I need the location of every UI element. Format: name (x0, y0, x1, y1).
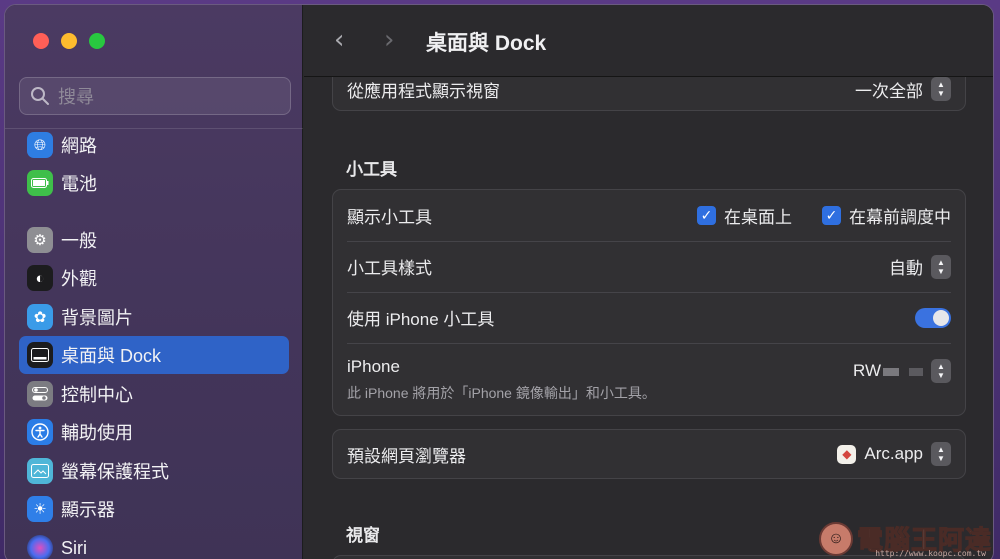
sidebar-item-label: 一般 (61, 231, 97, 251)
show-windows-from-app-value: 一次全部 (855, 81, 923, 101)
show-widgets-options: ✓ 在桌面上 ✓ 在幕前調度中 (675, 203, 951, 228)
chevron-updown-icon: ▲ ▼ (931, 359, 951, 383)
sun-icon: ☀ (27, 496, 53, 522)
show-widgets-label: 顯示小工具 (347, 208, 432, 227)
screensaver-icon (27, 458, 53, 484)
sidebar-item-desktop-dock[interactable]: 桌面與 Dock (19, 336, 289, 374)
show-windows-from-app-popup[interactable]: 一次全部 ▲ ▼ (855, 77, 951, 102)
widgets-group: 顯示小工具 ✓ 在桌面上 ✓ 在幕前調度中 小工具樣式 自動 ▲ ▼ 使用 iP… (332, 189, 966, 416)
sidebar-item-label: 外觀 (61, 269, 97, 289)
iphone-device-popup[interactable]: RW ▲ ▼ (853, 359, 951, 383)
iphone-description: 此 iPhone 將用於「iPhone 鏡像輸出」和小工具。 (347, 385, 656, 401)
widgets-section-title: 小工具 (346, 160, 397, 179)
main-pane: ‹ › 桌面與 Dock 從應用程式顯示視窗 一次全部 ▲ ▼ 小工具 顯示小工具… (304, 5, 993, 559)
gear-icon: ⚙ (27, 227, 53, 253)
chevron-updown-icon: ▲ ▼ (931, 442, 951, 466)
sidebar-item-label: 顯示器 (61, 500, 115, 520)
sidebar-item-network[interactable]: 🌐︎ 網路 (19, 126, 289, 164)
arc-app-icon: ◆ (837, 444, 857, 464)
chevron-updown-icon: ▲ ▼ (931, 254, 951, 279)
toggles-icon (27, 381, 53, 407)
forward-button[interactable]: › (384, 25, 394, 55)
sidebar-item-label: 桌面與 Dock (61, 346, 162, 366)
widget-style-row: 小工具樣式 自動 ▲ ▼ (333, 241, 965, 292)
search-field[interactable]: 搜尋 (19, 77, 291, 115)
sidebar-item-control-center[interactable]: 控制中心 (19, 375, 289, 413)
sidebar-item-accessibility[interactable]: 輔助使用 (19, 413, 289, 451)
sidebar-item-label: 輔助使用 (61, 423, 133, 443)
widget-style-value: 自動 (889, 259, 923, 278)
sidebar-item-label: 網路 (61, 136, 97, 156)
sidebar-item-label: 背景圖片 (61, 308, 133, 328)
sidebar-item-displays[interactable]: ☀ 顯示器 (19, 490, 289, 528)
watermark: ☺ 電腦王阿達 http://www.koopc.com.tw (818, 520, 992, 558)
back-button[interactable]: ‹ (334, 25, 344, 55)
close-window-button[interactable] (33, 33, 49, 49)
siri-icon (27, 535, 53, 559)
minimize-window-button[interactable] (61, 33, 77, 49)
default-browser-label: 預設網頁瀏覽器 (347, 446, 466, 466)
globe-icon: 🌐︎ (27, 132, 53, 158)
toolbar: ‹ › 桌面與 Dock (304, 5, 993, 77)
stage-manager-label: 在幕前調度中 (849, 208, 951, 227)
iphone-label: iPhone (347, 357, 400, 376)
search-placeholder: 搜尋 (58, 87, 94, 107)
checkmark-icon: ✓ (822, 206, 841, 225)
iphone-device-value: RW (853, 361, 923, 381)
mascot-face-icon: ☺ (818, 521, 853, 556)
widget-style-popup[interactable]: 自動 ▲ ▼ (889, 254, 951, 279)
use-iphone-widgets-label: 使用 iPhone 小工具 (347, 310, 495, 329)
sidebar-item-label: 控制中心 (61, 385, 133, 405)
sidebar: 搜尋 🌐︎ 網路 電池 ⚙ 一般 ◐ 外觀 ✿ 背景圖片 桌面與 Dock 控制… (5, 5, 303, 559)
sidebar-item-wallpaper[interactable]: ✿ 背景圖片 (19, 298, 289, 336)
flower-icon: ✿ (27, 304, 53, 330)
checkmark-icon: ✓ (697, 206, 716, 225)
system-settings-window: 搜尋 🌐︎ 網路 電池 ⚙ 一般 ◐ 外觀 ✿ 背景圖片 桌面與 Dock 控制… (4, 4, 994, 559)
sidebar-item-siri[interactable]: Siri (19, 529, 289, 559)
show-widgets-row: 顯示小工具 ✓ 在桌面上 ✓ 在幕前調度中 (333, 190, 965, 241)
use-iphone-widgets-row: 使用 iPhone 小工具 (333, 292, 965, 343)
page-title: 桌面與 Dock (426, 32, 547, 55)
dock-icon (27, 342, 53, 368)
browser-group: 預設網頁瀏覽器 ◆ Arc.app ▲ ▼ (332, 429, 966, 479)
accessibility-icon (27, 419, 53, 445)
zoom-window-button[interactable] (89, 33, 105, 49)
battery-icon (27, 170, 53, 196)
window-controls (33, 33, 105, 49)
use-iphone-widgets-toggle[interactable] (915, 307, 951, 328)
iphone-row: iPhone 此 iPhone 將用於「iPhone 鏡像輸出」和小工具。 RW… (333, 343, 965, 415)
windows-section-title: 視窗 (346, 526, 380, 545)
show-windows-from-app-label: 從應用程式顯示視窗 (347, 81, 500, 101)
sidebar-item-general[interactable]: ⚙ 一般 (19, 221, 289, 259)
appearance-icon: ◐ (27, 265, 53, 291)
search-icon (31, 87, 49, 105)
default-browser-value: Arc.app (864, 444, 923, 463)
sidebar-item-label: 螢幕保護程式 (61, 462, 169, 482)
sidebar-item-battery[interactable]: 電池 (19, 164, 289, 202)
default-browser-popup[interactable]: ◆ Arc.app ▲ ▼ (837, 442, 951, 466)
sidebar-item-label: Siri (61, 537, 87, 558)
watermark-url: http://www.koopc.com.tw (875, 549, 986, 558)
on-desktop-checkbox[interactable]: ✓ 在桌面上 (697, 203, 792, 228)
sidebar-item-label: 電池 (61, 174, 97, 194)
stage-manager-checkbox[interactable]: ✓ 在幕前調度中 (822, 203, 951, 228)
default-browser-row: 預設網頁瀏覽器 ◆ Arc.app ▲ ▼ (333, 430, 965, 478)
sidebar-item-screensaver[interactable]: 螢幕保護程式 (19, 452, 289, 490)
sidebar-item-appearance[interactable]: ◐ 外觀 (19, 259, 289, 297)
on-desktop-label: 在桌面上 (724, 208, 792, 227)
widget-style-label: 小工具樣式 (347, 259, 432, 278)
chevron-updown-icon: ▲ ▼ (931, 77, 951, 101)
